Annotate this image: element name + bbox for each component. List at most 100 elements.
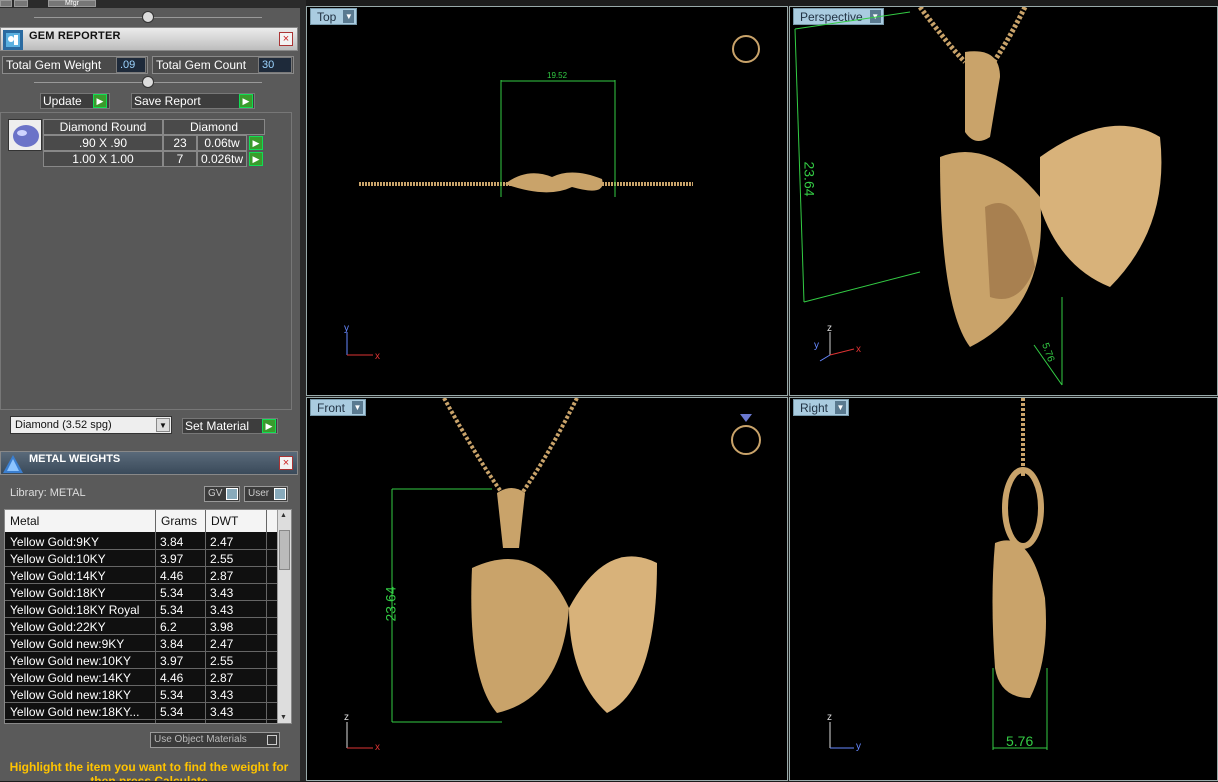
gem-header-shape: Diamond Round [43, 119, 163, 135]
cell-grams: 5.34 [160, 603, 184, 617]
user-toggle[interactable]: User [244, 486, 288, 502]
table-row[interactable]: Yellow Gold:10KY 3.97 2.55 [5, 551, 277, 567]
cell-metal: Yellow Gold new:14KY [10, 671, 131, 685]
slider-knob[interactable] [142, 76, 154, 88]
gem-row-count[interactable]: 7 [163, 151, 197, 167]
cell-grams: 3.97 [160, 552, 184, 566]
column-header-metal[interactable]: Metal [10, 514, 39, 528]
table-row[interactable]: Yellow Gold new:18KY... 5.34 3.43 [5, 704, 277, 720]
cell-metal: Yellow Gold:9KY [10, 535, 99, 549]
library-label: Library: METAL [10, 487, 86, 499]
viewport-right[interactable]: Right ▼ 5.76 z y [789, 397, 1218, 781]
gv-label: GV [208, 488, 223, 499]
gem-row-weight[interactable]: 0.026tw [197, 151, 247, 167]
cell-dwt: 2.55 [210, 654, 234, 668]
gv-toggle-box[interactable] [226, 488, 238, 500]
cell-grams: 3.84 [160, 637, 184, 651]
top-dimension: 19.52 [547, 71, 568, 80]
cell-dwt: 3.43 [210, 586, 234, 600]
gem-row-weight[interactable]: 0.06tw [197, 135, 247, 151]
table-row[interactable]: Yellow Gold new:14KY 4.46 2.87 [5, 670, 277, 686]
metal-weights-close-button[interactable]: × [279, 456, 293, 470]
save-report-play-icon[interactable]: ▶ [239, 94, 253, 108]
axis-y-label: y [856, 741, 861, 752]
table-row[interactable]: Yellow Gold new:9KY 3.84 2.47 [5, 636, 277, 652]
calculate-hint: Highlight the item you want to find the … [9, 760, 289, 781]
cell-metal: Yellow Gold:14KY [10, 569, 106, 583]
cell-dwt: 3.43 [210, 688, 234, 702]
axis-z-label: z [827, 323, 832, 334]
total-gem-count-value: 30 [258, 57, 292, 73]
toolbar-button[interactable] [0, 0, 12, 7]
slider-knob[interactable] [142, 11, 154, 23]
table-row[interactable]: Yellow Gold:14KY 4.46 2.87 [5, 568, 277, 584]
checkbox-icon[interactable] [267, 735, 277, 745]
gem-row-play-icon[interactable]: ▶ [249, 136, 263, 150]
viewport-top[interactable]: Top ▼ 19.52 y x [306, 6, 788, 396]
cell-grams: 5.34 [160, 586, 184, 600]
set-material-label: Set Material [185, 419, 250, 433]
chevron-down-icon[interactable]: ▼ [156, 418, 170, 432]
cell-dwt: 3.98 [210, 620, 234, 634]
scroll-thumb[interactable] [279, 530, 290, 570]
gem-row-size[interactable]: .90 X .90 [43, 135, 163, 151]
gem-row-count[interactable]: 23 [163, 135, 197, 151]
cell-dwt: 2.87 [210, 671, 234, 685]
scroll-up-icon[interactable]: ▲ [280, 512, 287, 519]
gem-row-size[interactable]: 1.00 X 1.00 [43, 151, 163, 167]
axis-z-label: z [344, 712, 349, 723]
scroll-down-icon[interactable]: ▼ [280, 714, 287, 721]
column-header-dwt[interactable]: DWT [211, 514, 238, 528]
perspective-view-render [794, 7, 1162, 386]
cell-dwt: 2.55 [210, 552, 234, 566]
material-select[interactable]: Diamond (3.52 spg) ▼ [10, 416, 172, 434]
cell-metal: Yellow Gold:10KY [10, 552, 106, 566]
save-report-label: Save Report [134, 94, 201, 108]
axis-x-label: x [856, 344, 861, 355]
table-scrollbar[interactable]: ▲ ▼ [277, 510, 291, 723]
viewport-front[interactable]: Front ▼ 23.64 z x [306, 397, 788, 781]
gem-header-type: Diamond [163, 119, 265, 135]
table-row[interactable]: Yellow Gold:18KY Royal 5.34 3.43 [5, 602, 277, 618]
table-row[interactable]: Yellow Gold:22KY 6.2 3.98 [5, 619, 277, 635]
gem-reporter-close-button[interactable]: × [279, 32, 293, 46]
cell-grams: 5.34 [160, 688, 184, 702]
cell-grams: 3.97 [160, 654, 184, 668]
update-play-icon[interactable]: ▶ [93, 94, 107, 108]
right-width-dimension: 5.76 [1006, 733, 1034, 749]
top-toolbar-strip: Mfgr [0, 0, 300, 8]
user-toggle-box[interactable] [274, 488, 286, 500]
gem-reporter-title: GEM REPORTER [29, 30, 121, 42]
gem-reporter-header: GEM REPORTER × [0, 27, 298, 51]
cell-metal: Yellow Gold new:9KY [10, 637, 125, 651]
save-report-button[interactable]: Save Report [131, 93, 255, 109]
metal-weights-header: METAL WEIGHTS × [0, 451, 298, 475]
gv-toggle[interactable]: GV [204, 486, 240, 502]
axis-z-label: z [827, 712, 832, 723]
table-row[interactable]: Yellow Gold:18KY 5.34 3.43 [5, 585, 277, 601]
cell-metal: Yellow Gold:22KY [10, 620, 106, 634]
right-view-render [829, 398, 1048, 750]
axis-x-label: x [375, 351, 380, 362]
use-object-materials-checkbox[interactable]: Use Object Materials [150, 732, 280, 748]
use-object-materials-label: Use Object Materials [154, 734, 247, 745]
viewport-perspective[interactable]: Perspective ▼ 23.64 5.76 z x y [789, 6, 1218, 396]
cell-metal: Yellow Gold new:10KY [10, 654, 131, 668]
cell-metal: Yellow Gold:18KY [10, 586, 106, 600]
axis-y-label: y [814, 340, 819, 351]
axis-y-label: y [344, 323, 349, 334]
set-material-play-icon[interactable]: ▶ [262, 419, 276, 433]
column-header-grams[interactable]: Grams [161, 514, 197, 528]
material-select-value: Diamond (3.52 spg) [15, 419, 112, 431]
gem-reporter-icon [3, 30, 23, 50]
gem-row-play-icon[interactable]: ▶ [249, 152, 263, 166]
toolbar-button[interactable] [14, 0, 28, 7]
perspective-height-dimension: 23.64 [801, 161, 818, 197]
mfgr-tab[interactable]: Mfgr [48, 0, 96, 7]
top-view-render [346, 35, 760, 356]
cell-metal: Yellow Gold new:18KY... [10, 705, 140, 719]
table-row[interactable]: Yellow Gold new:18KY 5.34 3.43 [5, 687, 277, 703]
table-row[interactable]: Yellow Gold new:10KY 3.97 2.55 [5, 653, 277, 669]
table-row[interactable]: Yellow Gold:9KY 3.84 2.47 [5, 534, 277, 550]
round-gem-thumbnail[interactable] [8, 119, 42, 151]
